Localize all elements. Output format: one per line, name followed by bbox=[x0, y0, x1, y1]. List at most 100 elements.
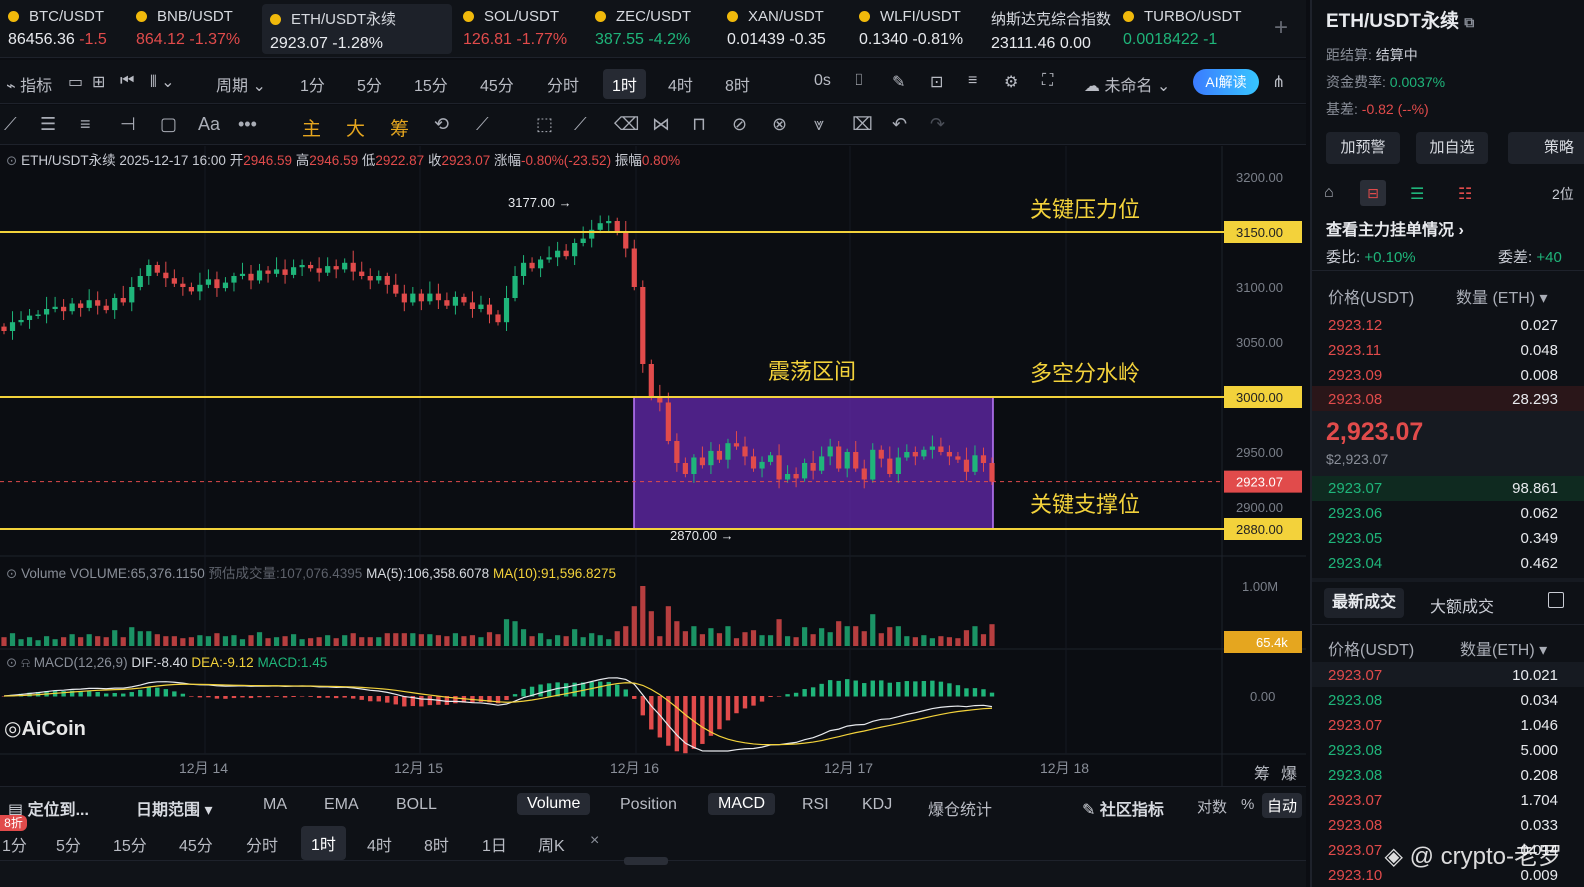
ray-icon[interactable]: ⊣ bbox=[120, 114, 136, 135]
trade-row[interactable]: 2923.08 0.208 bbox=[1328, 763, 1558, 788]
trade-row[interactable]: 2923.07 10.021 bbox=[1328, 663, 1558, 688]
indicator-kdj[interactable]: KDJ bbox=[862, 796, 892, 814]
lock-icon[interactable]: ⊓ bbox=[692, 114, 706, 135]
hline-icon[interactable]: ≡ bbox=[80, 114, 91, 135]
strategy-button[interactable]: 策略 bbox=[1508, 132, 1584, 164]
ticker-eth[interactable]: ETH/USDT永续 2923.07 -1.28% bbox=[262, 4, 452, 54]
ruler-icon[interactable]: ⟋ bbox=[574, 114, 587, 135]
interval-45m[interactable]: 45分 bbox=[480, 72, 514, 96]
layout-list-icon[interactable]: ☷ bbox=[1458, 184, 1472, 204]
bid-row[interactable]: 2923.06 0.062 bbox=[1328, 501, 1558, 526]
liquidation-toggle[interactable]: 爆 bbox=[1281, 760, 1297, 784]
chart-type-icon[interactable]: ⫴ ⌄ bbox=[150, 72, 175, 92]
tab-latest-trades[interactable]: 最新成交 bbox=[1324, 588, 1405, 618]
indicator-ema[interactable]: EMA bbox=[324, 796, 359, 814]
interval-timeshare[interactable]: 分时 bbox=[547, 72, 579, 96]
ai-button[interactable]: AI解读 bbox=[1193, 69, 1259, 95]
ask-row[interactable]: 2923.12 0.027 bbox=[1328, 313, 1558, 338]
magnet-icon[interactable]: ⋈ bbox=[652, 114, 670, 135]
bid-row[interactable]: 2923.04 0.462 bbox=[1328, 551, 1558, 576]
select-icon[interactable]: ⬚ bbox=[536, 114, 553, 135]
interval-15m[interactable]: 15分 bbox=[414, 72, 448, 96]
ticker-nasdaq[interactable]: 纳斯达克综合指数 23111.46 0.00 bbox=[983, 4, 1113, 54]
trades-col-qty[interactable]: 数量(ETH) ▾ bbox=[1460, 636, 1547, 660]
ticker-sol[interactable]: SOL/USDT 126.81 -1.77% bbox=[455, 4, 585, 54]
trade-row[interactable]: 2923.08 0.034 bbox=[1328, 688, 1558, 713]
indicator-rsi[interactable]: RSI bbox=[802, 796, 829, 814]
auto-toggle[interactable]: 自动 bbox=[1262, 793, 1303, 818]
bottom-interval-1m[interactable]: 1分 bbox=[2, 832, 27, 856]
bid-row[interactable]: 2923.05 0.349 bbox=[1328, 526, 1558, 551]
ask-row[interactable]: 2923.09 0.008 bbox=[1328, 363, 1558, 388]
bid-row[interactable]: 2923.07 98.861 bbox=[1328, 476, 1558, 501]
log-toggle[interactable]: 对数 bbox=[1197, 796, 1227, 817]
add-ticker-icon[interactable]: + bbox=[1274, 14, 1288, 42]
depth-link[interactable]: 查看主力挂单情况 › bbox=[1326, 216, 1464, 240]
hide-icon[interactable]: ⊘ bbox=[732, 114, 747, 135]
template-button[interactable]: ☁ 未命名 ⌄ bbox=[1084, 72, 1170, 96]
parallel-icon[interactable]: ☰ bbox=[40, 114, 56, 135]
note-icon[interactable]: ⊡ bbox=[930, 72, 943, 92]
tab-large-trades[interactable]: 大额成交 bbox=[1430, 593, 1494, 617]
popout-icon[interactable]: ⧉ bbox=[1464, 14, 1474, 30]
layout-icon[interactable]: ▭ bbox=[68, 72, 83, 92]
digits-select[interactable]: 2位 bbox=[1552, 184, 1574, 204]
sync-icon[interactable]: ⟲ bbox=[434, 114, 449, 135]
indicator-position[interactable]: Position bbox=[620, 796, 677, 814]
panel-handle[interactable] bbox=[624, 857, 668, 865]
ticker-xan[interactable]: XAN/USDT 0.01439 -0.35 bbox=[719, 4, 849, 54]
chip-button[interactable]: 筹 bbox=[390, 114, 409, 141]
link-icon[interactable]: ⊗ bbox=[772, 114, 787, 135]
chart-area[interactable]: 3200.00 3100.00 3050.00 2950.00 2900.00 3150.… bbox=[0, 146, 1306, 786]
text-icon[interactable]: Aa bbox=[198, 114, 220, 135]
big-button[interactable]: 大 bbox=[346, 114, 365, 141]
layout-both-icon[interactable]: ⌂ bbox=[1324, 184, 1334, 202]
bottom-interval-5m[interactable]: 5分 bbox=[56, 832, 81, 856]
trade-row[interactable]: 2923.08 0.033 bbox=[1328, 813, 1558, 838]
filter-icon[interactable]: ⩔ bbox=[814, 114, 824, 135]
eraser-icon[interactable]: ⌫ bbox=[614, 114, 639, 135]
indicator-button[interactable]: ⌁ 指标 bbox=[6, 72, 52, 96]
grid-icon[interactable]: ⊞ bbox=[92, 72, 105, 92]
bottom-interval-week[interactable]: 周K bbox=[538, 832, 565, 856]
interval-5m[interactable]: 5分 bbox=[357, 72, 382, 96]
main-button[interactable]: 主 bbox=[302, 114, 321, 141]
collapse-icon[interactable]: ⊙ bbox=[6, 566, 17, 581]
ask-row[interactable]: 2923.08 28.293 bbox=[1328, 387, 1558, 412]
settings-icon[interactable]: ⚙ bbox=[1004, 72, 1018, 92]
undo-icon[interactable]: ↶ bbox=[892, 114, 907, 135]
trade-row[interactable]: 2923.07 1.704 bbox=[1328, 788, 1558, 813]
ticker-btc[interactable]: BTC/USDT 86456.36 -1.5 bbox=[0, 4, 132, 54]
trendline-icon[interactable]: ⟋ bbox=[4, 114, 17, 135]
bell-icon[interactable]: ⍾ bbox=[21, 655, 30, 670]
collapse-icon[interactable]: ⊙ bbox=[6, 655, 17, 670]
fullscreen-icon[interactable]: ⛶ bbox=[1042, 72, 1053, 90]
measure-icon[interactable]: ⟋ bbox=[476, 114, 489, 135]
filter-checkbox[interactable] bbox=[1548, 592, 1564, 608]
interval-1m[interactable]: 1分 bbox=[300, 72, 325, 96]
ticker-bnb[interactable]: BNB/USDT 864.12 -1.37% bbox=[128, 4, 260, 54]
interval-1h[interactable]: 1时 bbox=[603, 69, 646, 99]
camera-icon[interactable]: ⌷ bbox=[854, 72, 864, 90]
add-alert-button[interactable]: 加预警 bbox=[1326, 132, 1400, 164]
more-icon[interactable]: ••• bbox=[238, 114, 257, 135]
add-favorite-button[interactable]: 加自选 bbox=[1416, 132, 1488, 164]
rect-icon[interactable]: ▢ bbox=[160, 114, 177, 135]
indicator-ma[interactable]: MA bbox=[263, 796, 287, 814]
interval-8h[interactable]: 8时 bbox=[725, 72, 750, 96]
ticker-zec[interactable]: ZEC/USDT 387.55 -4.2% bbox=[587, 4, 717, 54]
col-qty[interactable]: 数量 (ETH) ▾ bbox=[1456, 284, 1548, 308]
ticker-wlfi[interactable]: WLFI/USDT 0.1340 -0.81% bbox=[851, 4, 981, 54]
bottom-interval-timeshare[interactable]: 分时 bbox=[246, 832, 278, 856]
layout-bids-icon[interactable]: ☰ bbox=[1410, 184, 1424, 204]
ask-row[interactable]: 2923.11 0.048 bbox=[1328, 338, 1558, 363]
bottom-interval-1d[interactable]: 1日 bbox=[482, 832, 507, 856]
percent-toggle[interactable]: % bbox=[1241, 796, 1254, 813]
candlestick-chart[interactable]: 3200.00 3100.00 3050.00 2950.00 2900.00 3150.… bbox=[0, 146, 1306, 786]
indicator-volume[interactable]: Volume bbox=[517, 793, 591, 815]
bottom-interval-4h[interactable]: 4时 bbox=[367, 832, 392, 856]
daterange-button[interactable]: 日期范围 ▾ bbox=[136, 796, 213, 820]
interval-0s[interactable]: 0s bbox=[814, 72, 831, 90]
bottom-interval-8h[interactable]: 8时 bbox=[424, 832, 449, 856]
redo-icon[interactable]: ↷ bbox=[930, 114, 945, 135]
